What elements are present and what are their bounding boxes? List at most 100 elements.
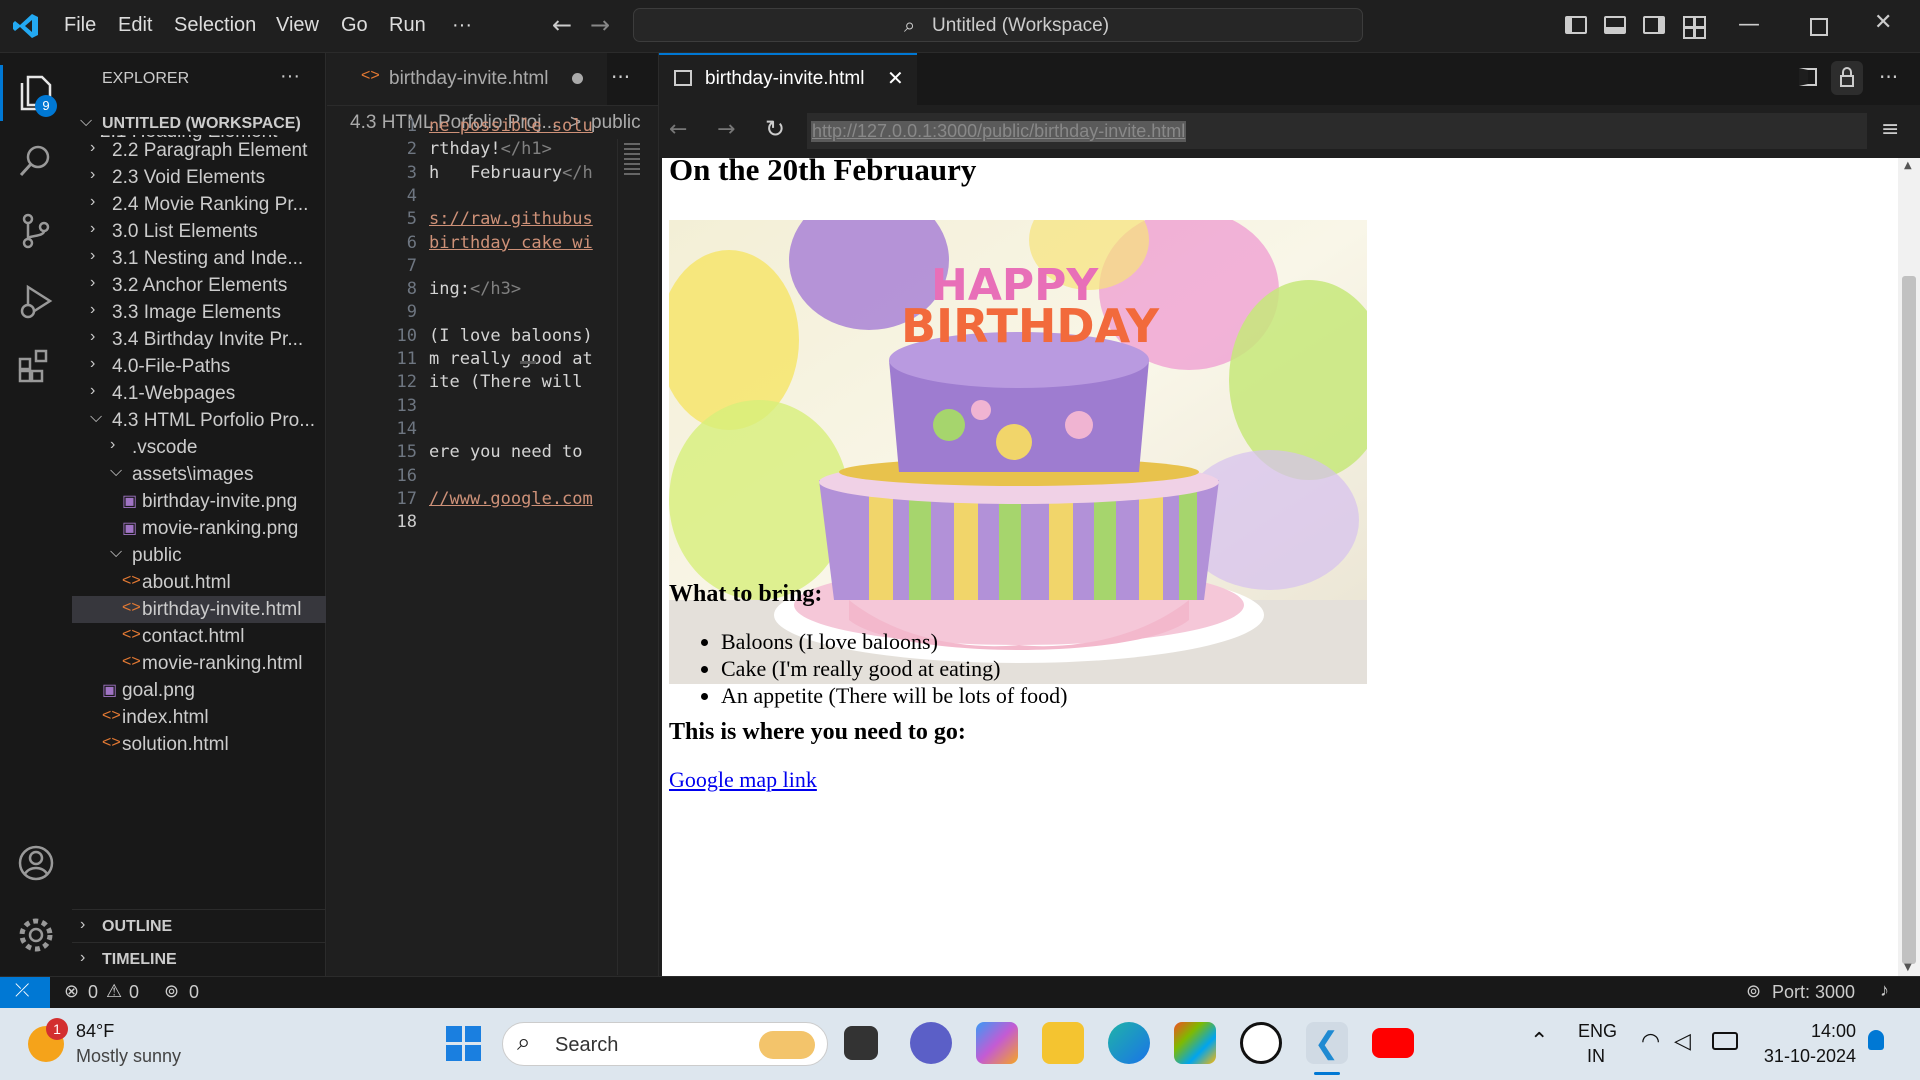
broadcast-icon[interactable]: ⊚ bbox=[1746, 981, 1761, 1002]
tree-item[interactable]: › 3.3 Image Elements bbox=[72, 299, 326, 326]
code-line[interactable]: birthday cake wi bbox=[429, 233, 593, 253]
copilot-icon[interactable] bbox=[976, 1022, 1018, 1064]
tree-item[interactable]: › 4.0-File-Paths bbox=[72, 353, 326, 380]
menu-go[interactable]: Go bbox=[341, 14, 368, 37]
scrollbar-thumb[interactable] bbox=[1902, 276, 1916, 964]
scroll-down-icon[interactable]: ▼ bbox=[1904, 962, 1912, 973]
google-map-link[interactable]: Google map link bbox=[669, 767, 817, 793]
code-line[interactable]: //www.google.com bbox=[429, 489, 593, 509]
language-region[interactable]: IN bbox=[1587, 1046, 1605, 1067]
search-icon[interactable] bbox=[16, 141, 56, 181]
accounts-icon[interactable] bbox=[16, 843, 56, 883]
volume-icon[interactable]: ◁ bbox=[1674, 1028, 1691, 1054]
menu-file[interactable]: File bbox=[64, 14, 96, 37]
forward-arrow-icon[interactable]: → bbox=[590, 11, 610, 39]
source-control-icon[interactable] bbox=[16, 211, 56, 251]
outline-section[interactable]: › OUTLINE bbox=[72, 909, 326, 943]
weather-temp[interactable]: 84°F bbox=[76, 1021, 114, 1042]
file-explorer-icon[interactable] bbox=[1042, 1022, 1084, 1064]
tree-item[interactable]: › 2.4 Movie Ranking Pr... bbox=[72, 191, 326, 218]
close-window-icon[interactable]: ✕ bbox=[1874, 10, 1892, 35]
restore-icon[interactable] bbox=[1810, 18, 1828, 36]
vscode-taskbar-icon[interactable]: ❮ bbox=[1306, 1022, 1348, 1064]
tree-item[interactable]: › .vscode bbox=[72, 434, 326, 461]
tree-item[interactable]: ▣ goal.png bbox=[72, 677, 326, 704]
tree-item[interactable]: › 2.2 Paragraph Element bbox=[72, 137, 326, 164]
teams-icon[interactable] bbox=[910, 1022, 952, 1064]
unsaved-dot-icon[interactable] bbox=[572, 73, 583, 84]
code-line[interactable]: ere you need to bbox=[429, 442, 593, 462]
clock-time[interactable]: 14:00 bbox=[1780, 1021, 1856, 1042]
microsoft-store-icon[interactable] bbox=[1174, 1022, 1216, 1064]
preview-tab[interactable]: birthday-invite.html ✕ bbox=[659, 53, 917, 105]
url-bar[interactable]: http://127.0.0.1:3000/public/birthday-in… bbox=[807, 113, 1867, 149]
toggle-secondary-sidebar-icon[interactable] bbox=[1643, 16, 1665, 34]
youtube-icon[interactable] bbox=[1372, 1028, 1414, 1058]
dell-icon[interactable] bbox=[1240, 1022, 1282, 1064]
tree-item[interactable]: <> about.html bbox=[72, 569, 326, 596]
command-center-search[interactable]: ⌕ Untitled (Workspace) bbox=[633, 8, 1363, 42]
code-line[interactable]: ne possible solu bbox=[429, 116, 593, 136]
forward-arrow-icon[interactable]: → bbox=[717, 117, 735, 142]
errors-count[interactable]: 0 bbox=[88, 982, 98, 1003]
tree-item[interactable]: ▣ movie-ranking.png bbox=[72, 515, 326, 542]
notification-bell-icon[interactable] bbox=[1868, 1030, 1884, 1050]
tree-item[interactable]: <> index.html bbox=[72, 704, 326, 731]
tree-item[interactable]: ⌵ assets\images bbox=[72, 461, 326, 488]
tree-item[interactable]: › 2.3 Void Elements bbox=[72, 164, 326, 191]
code-line[interactable]: s://raw.githubus bbox=[429, 209, 593, 229]
edge-browser-icon[interactable] bbox=[1108, 1022, 1150, 1064]
windows-start-icon[interactable] bbox=[446, 1026, 482, 1062]
ports-count[interactable]: 0 bbox=[189, 982, 199, 1003]
toggle-primary-sidebar-icon[interactable] bbox=[1565, 16, 1587, 34]
code-line[interactable]: (I love baloons) bbox=[429, 326, 593, 346]
back-arrow-icon[interactable]: ← bbox=[552, 11, 572, 39]
code-line[interactable]: ite (There will bbox=[429, 372, 593, 392]
settings-gear-icon[interactable] bbox=[16, 915, 56, 955]
page-scrollbar[interactable]: ▲ ▼ bbox=[1898, 158, 1920, 976]
run-debug-icon[interactable] bbox=[16, 281, 56, 321]
tree-item[interactable]: ⌵ 4.3 HTML Porfolio Pro... bbox=[72, 407, 326, 434]
tree-item[interactable]: <> solution.html bbox=[72, 731, 326, 758]
code-line[interactable]: h Februaury</h bbox=[429, 163, 593, 183]
task-view-icon[interactable] bbox=[844, 1026, 878, 1060]
tree-item[interactable]: › 3.2 Anchor Elements bbox=[72, 272, 326, 299]
menu-more[interactable]: ··· bbox=[452, 14, 472, 37]
weather-desc[interactable]: Mostly sunny bbox=[76, 1046, 181, 1067]
notifications-bell-icon[interactable]: ♪ bbox=[1880, 980, 1889, 1001]
code-line[interactable]: rthday!</h1> bbox=[429, 139, 552, 159]
code-line[interactable]: ing:</h3> bbox=[429, 279, 521, 299]
timeline-section[interactable]: › TIMELINE bbox=[72, 942, 326, 976]
warnings-count[interactable]: 0 bbox=[129, 982, 139, 1003]
remote-indicator[interactable]: ⤫ bbox=[0, 977, 50, 1008]
tree-item[interactable]: ▣ birthday-invite.png bbox=[72, 488, 326, 515]
language-eng[interactable]: ENG bbox=[1578, 1021, 1617, 1042]
menu-selection[interactable]: Selection bbox=[174, 14, 256, 37]
code-lines[interactable]: 1 ne possible solu 2 rthday!</h1> 3 h Februau… bbox=[327, 111, 607, 951]
errors-icon[interactable]: ⊗ bbox=[64, 981, 79, 1002]
tree-item[interactable]: <> contact.html bbox=[72, 623, 326, 650]
minimap[interactable] bbox=[617, 139, 658, 975]
split-editor-icon[interactable] bbox=[1799, 68, 1817, 86]
lock-group-icon[interactable] bbox=[1831, 61, 1863, 95]
explorer-more-icon[interactable]: ··· bbox=[280, 65, 300, 88]
taskbar-search[interactable]: ⌕ Search bbox=[502, 1022, 828, 1066]
tree-item[interactable]: › 3.1 Nesting and Inde... bbox=[72, 245, 326, 272]
menu-run[interactable]: Run bbox=[389, 14, 426, 37]
code-line[interactable]: m really good at bbox=[429, 349, 593, 369]
scroll-up-icon[interactable]: ▲ bbox=[1904, 160, 1912, 171]
clock-date[interactable]: 31-10-2024 bbox=[1760, 1046, 1856, 1067]
warning-icon[interactable]: ⚠ bbox=[106, 981, 122, 1002]
editor-more-icon[interactable]: ··· bbox=[611, 65, 630, 89]
menu-view[interactable]: View bbox=[276, 14, 319, 37]
back-arrow-icon[interactable]: ← bbox=[669, 117, 687, 142]
tree-item[interactable]: <> movie-ranking.html bbox=[72, 650, 326, 677]
minimize-icon[interactable]: — bbox=[1738, 12, 1760, 37]
sash-handle[interactable] bbox=[520, 361, 536, 364]
tree-item[interactable]: ⌵ public bbox=[72, 542, 326, 569]
extensions-icon[interactable] bbox=[16, 345, 56, 385]
tree-item[interactable]: › 3.4 Birthday Invite Pr... bbox=[72, 326, 326, 353]
battery-icon[interactable] bbox=[1712, 1032, 1738, 1050]
customize-layout-icon[interactable] bbox=[1683, 16, 1706, 39]
wifi-icon[interactable]: ◠ bbox=[1641, 1028, 1660, 1054]
